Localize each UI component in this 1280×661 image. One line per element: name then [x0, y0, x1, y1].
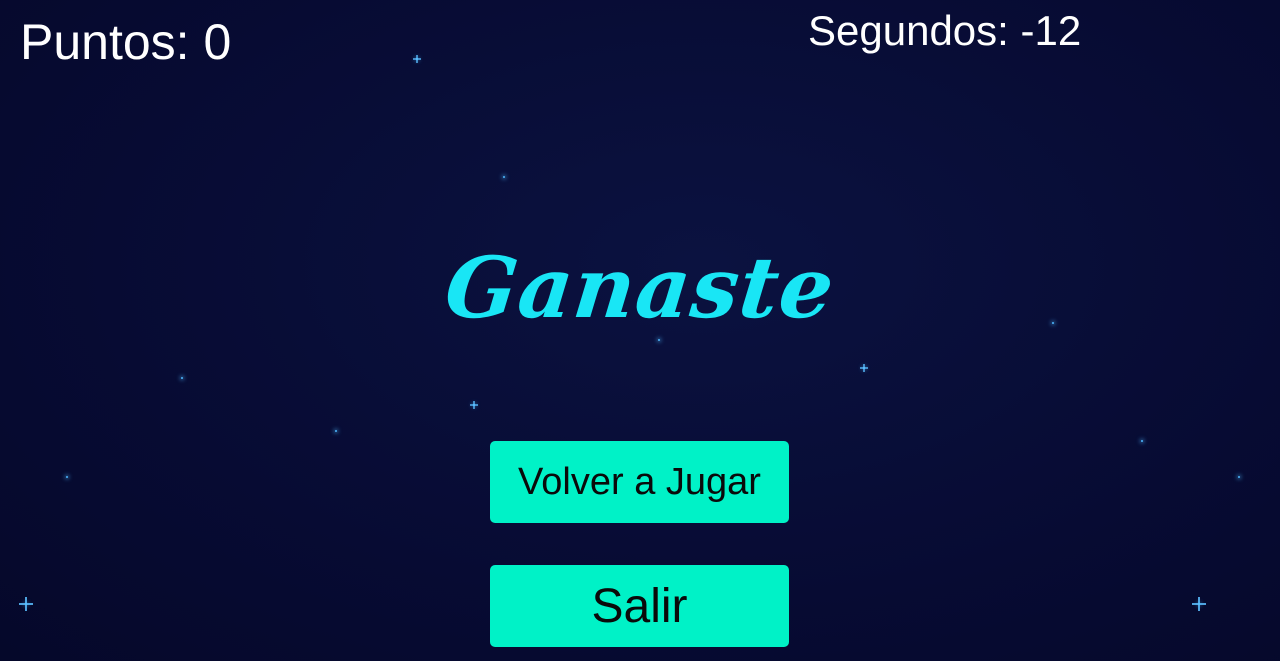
win-title: Ganaste	[440, 238, 840, 337]
star	[413, 55, 421, 63]
star	[19, 597, 33, 611]
seconds-display: Segundos: -12	[808, 7, 1082, 54]
star	[66, 476, 68, 478]
star	[860, 364, 868, 372]
exit-button[interactable]: Salir	[490, 565, 789, 647]
star	[1141, 440, 1143, 442]
star	[335, 430, 337, 432]
star	[503, 176, 505, 178]
star	[470, 401, 478, 409]
score-display: Puntos: 0	[20, 14, 232, 70]
play-again-button[interactable]: Volver a Jugar	[490, 441, 789, 523]
star	[1238, 476, 1240, 478]
star	[181, 377, 183, 379]
star	[1052, 322, 1054, 324]
star	[1192, 597, 1206, 611]
